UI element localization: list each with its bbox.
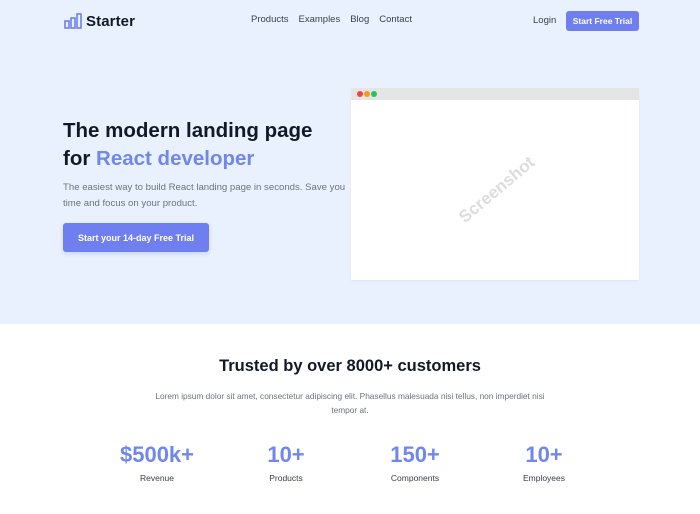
hero-title-prefix: for	[63, 147, 97, 170]
stat-components: 150+ Components	[345, 440, 485, 483]
hero-title-accent: React developer	[96, 147, 255, 170]
logo[interactable]: Starter	[64, 11, 135, 31]
trust-title: Trusted by over 8000+ customers	[219, 357, 481, 375]
browser-title-bar	[351, 88, 639, 100]
login-link[interactable]: Login	[533, 15, 556, 26]
stat-value: 10+	[267, 442, 305, 467]
stat-label: Products	[269, 473, 303, 483]
start-trial-button[interactable]: Start your 14-day Free Trial	[63, 223, 209, 252]
stat-label: Components	[390, 473, 440, 483]
stat-value: $500k+	[119, 442, 195, 467]
stat-label: Employees	[522, 473, 566, 483]
nav-links: Products Examples Blog Contact	[251, 14, 422, 25]
bar-chart-logo-icon	[64, 13, 82, 29]
hero-title-line1: The modern landing page	[63, 119, 313, 142]
nav-link-products[interactable]: Products	[251, 14, 289, 25]
maximize-dot-icon	[371, 91, 377, 97]
minimize-dot-icon	[364, 91, 370, 97]
stat-value: 10+	[525, 442, 563, 467]
start-free-trial-button[interactable]: Start Free Trial	[566, 11, 639, 31]
stat-revenue: $500k+ Revenue	[87, 440, 227, 483]
stats-row: $500k+ Revenue 10+ Products 150+ Compone…	[0, 440, 700, 500]
logo-text: Starter	[86, 12, 136, 30]
stat-employees: 10+ Employees	[474, 440, 614, 483]
top-navigation: Starter Products Examples Blog Contact L…	[0, 0, 700, 42]
trust-description: Lorem ipsum dolor sit amet, consectetur …	[155, 391, 545, 415]
stat-products: 10+ Products	[216, 440, 356, 483]
hero-title: The modern landing page for React develo…	[63, 117, 363, 173]
nav-link-contact[interactable]: Contact	[379, 14, 412, 25]
stat-label: Revenue	[139, 473, 175, 483]
close-dot-icon	[357, 91, 363, 97]
nav-link-examples[interactable]: Examples	[299, 14, 341, 25]
nav-link-blog[interactable]: Blog	[350, 14, 369, 25]
hero-subtitle: The easiest way to build React landing p…	[63, 182, 346, 209]
stat-value: 150+	[390, 442, 440, 467]
